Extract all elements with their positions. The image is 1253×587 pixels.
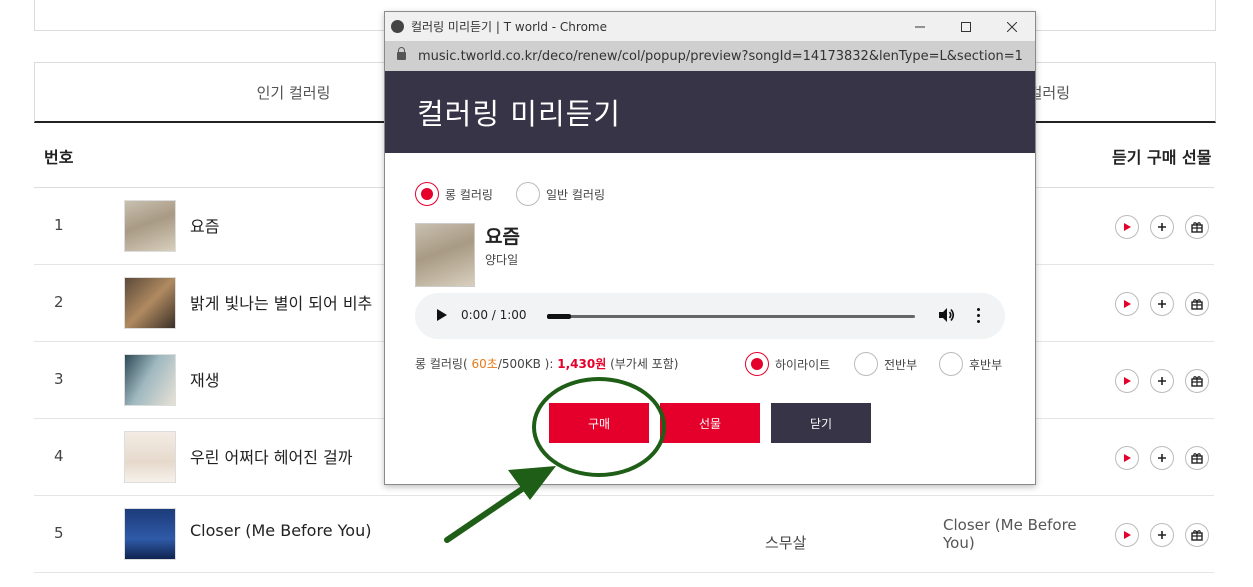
buy-button[interactable] [1150, 292, 1174, 316]
minimize-icon [915, 26, 925, 27]
artist-name[interactable]: 스무살 [765, 532, 806, 553]
price-suffix: (부가세 포함) [610, 357, 679, 371]
header-num: 번호 [44, 148, 74, 167]
buy-button[interactable] [1150, 523, 1174, 547]
song-title[interactable]: 재생 [190, 367, 219, 391]
gift-icon [1191, 453, 1203, 464]
close-button[interactable]: 닫기 [771, 403, 871, 443]
row-number: 3 [54, 370, 64, 388]
gift-button[interactable]: 선물 [660, 403, 760, 443]
long-coloring-label[interactable]: 롱 컬러링 [445, 186, 493, 203]
popup-song-artist: 양다일 [485, 253, 519, 267]
plus-icon [1158, 223, 1166, 231]
audio-player: 0:00 / 1:00 [415, 293, 1005, 339]
album-thumbnail [124, 508, 176, 560]
row-number: 1 [54, 216, 64, 234]
play-icon [1124, 454, 1131, 462]
price-info: 롱 컬러링( 60초/500KB ): 1,430원 (부가세 포함) [415, 355, 678, 372]
listen-button[interactable] [1115, 446, 1139, 470]
buy-button[interactable] [1150, 446, 1174, 470]
dot-icon [977, 320, 980, 323]
plus-icon [1158, 377, 1166, 385]
album-thumbnail [124, 277, 176, 329]
first-half-radio[interactable] [854, 352, 878, 376]
address-bar: music.tworld.co.kr/deco/renew/col/popup/… [385, 41, 1035, 71]
long-coloring-radio[interactable] [415, 182, 439, 206]
gift-icon [1191, 222, 1203, 233]
buy-button[interactable] [1150, 369, 1174, 393]
song-album-art [415, 223, 475, 287]
globe-icon [391, 20, 404, 33]
dot-icon [977, 314, 980, 317]
more-options-button[interactable] [977, 308, 981, 326]
price-size: /500KB ): [497, 357, 554, 371]
window-titlebar: 컬러링 미리듣기 | T world - Chrome [385, 12, 1035, 41]
dot-icon [977, 308, 980, 311]
album-thumbnail [124, 431, 176, 483]
gift-button[interactable] [1185, 369, 1209, 393]
gift-button[interactable] [1185, 292, 1209, 316]
table-row: 5 Closer (Me Before You) 스무살 Closer (Me … [34, 496, 1214, 573]
playback-time: 0:00 / 1:00 [461, 308, 527, 322]
album-name: Closer (Me Before You) [943, 516, 1077, 552]
price-duration: 60초 [471, 357, 498, 371]
popup-header: 컬러링 미리듣기 [385, 71, 1035, 153]
album-thumbnail [124, 200, 176, 252]
highlight-radio[interactable] [745, 352, 769, 376]
listen-button[interactable] [1115, 369, 1139, 393]
song-title[interactable]: Closer (Me Before You) [190, 521, 371, 540]
album-thumbnail [124, 354, 176, 406]
window-title: 컬러링 미리듣기 | T world - Chrome [411, 20, 607, 34]
url-text[interactable]: music.tworld.co.kr/deco/renew/col/popup/… [418, 49, 1023, 64]
row-number: 5 [54, 524, 64, 542]
close-icon [1007, 21, 1017, 32]
gift-button[interactable] [1185, 523, 1209, 547]
minimize-button[interactable] [897, 12, 943, 41]
preview-popup-window: 컬러링 미리듣기 | T world - Chrome music.tworld… [384, 11, 1036, 485]
seek-progress [547, 314, 571, 319]
header-actions: 듣기 구매 선물 [1112, 148, 1212, 167]
song-title[interactable]: 우린 어쩌다 헤어진 걸까 [190, 444, 352, 468]
maximize-icon [961, 21, 971, 32]
lock-icon [397, 47, 406, 60]
seek-bar[interactable] [547, 314, 915, 319]
listen-button[interactable] [1115, 523, 1139, 547]
row-number: 4 [54, 447, 64, 465]
popup-song-title: 요즘 [485, 226, 520, 248]
maximize-button[interactable] [943, 12, 989, 41]
price-amount: 1,430원 [557, 357, 607, 371]
plus-icon [1158, 454, 1166, 462]
gift-icon [1191, 376, 1203, 387]
gift-icon [1191, 299, 1203, 310]
listen-button[interactable] [1115, 292, 1139, 316]
song-title[interactable]: 요즘 [190, 213, 219, 237]
normal-coloring-label[interactable]: 일반 컬러링 [546, 186, 605, 203]
gift-button[interactable] [1185, 215, 1209, 239]
close-window-button[interactable] [989, 12, 1035, 41]
play-icon [1124, 300, 1131, 308]
song-title[interactable]: 밝게 빛나는 별이 되어 비추 [190, 290, 372, 314]
first-half-label[interactable]: 전반부 [884, 356, 917, 373]
row-number: 2 [54, 293, 64, 311]
highlight-label[interactable]: 하이라이트 [775, 356, 830, 373]
buy-button[interactable] [1150, 215, 1174, 239]
volume-icon [939, 308, 955, 322]
play-icon[interactable] [437, 309, 447, 321]
listen-button[interactable] [1115, 215, 1139, 239]
play-icon [1124, 223, 1131, 231]
play-icon [1124, 377, 1131, 385]
normal-coloring-radio[interactable] [516, 182, 540, 206]
plus-icon [1158, 300, 1166, 308]
play-icon [1124, 531, 1131, 539]
gift-button[interactable] [1185, 446, 1209, 470]
gift-icon [1191, 530, 1203, 541]
price-prefix: 롱 컬러링( [415, 357, 468, 371]
second-half-radio[interactable] [939, 352, 963, 376]
buy-button[interactable]: 구매 [549, 403, 649, 443]
plus-icon [1158, 531, 1166, 539]
volume-button[interactable] [937, 306, 955, 328]
second-half-label[interactable]: 후반부 [969, 356, 1002, 373]
